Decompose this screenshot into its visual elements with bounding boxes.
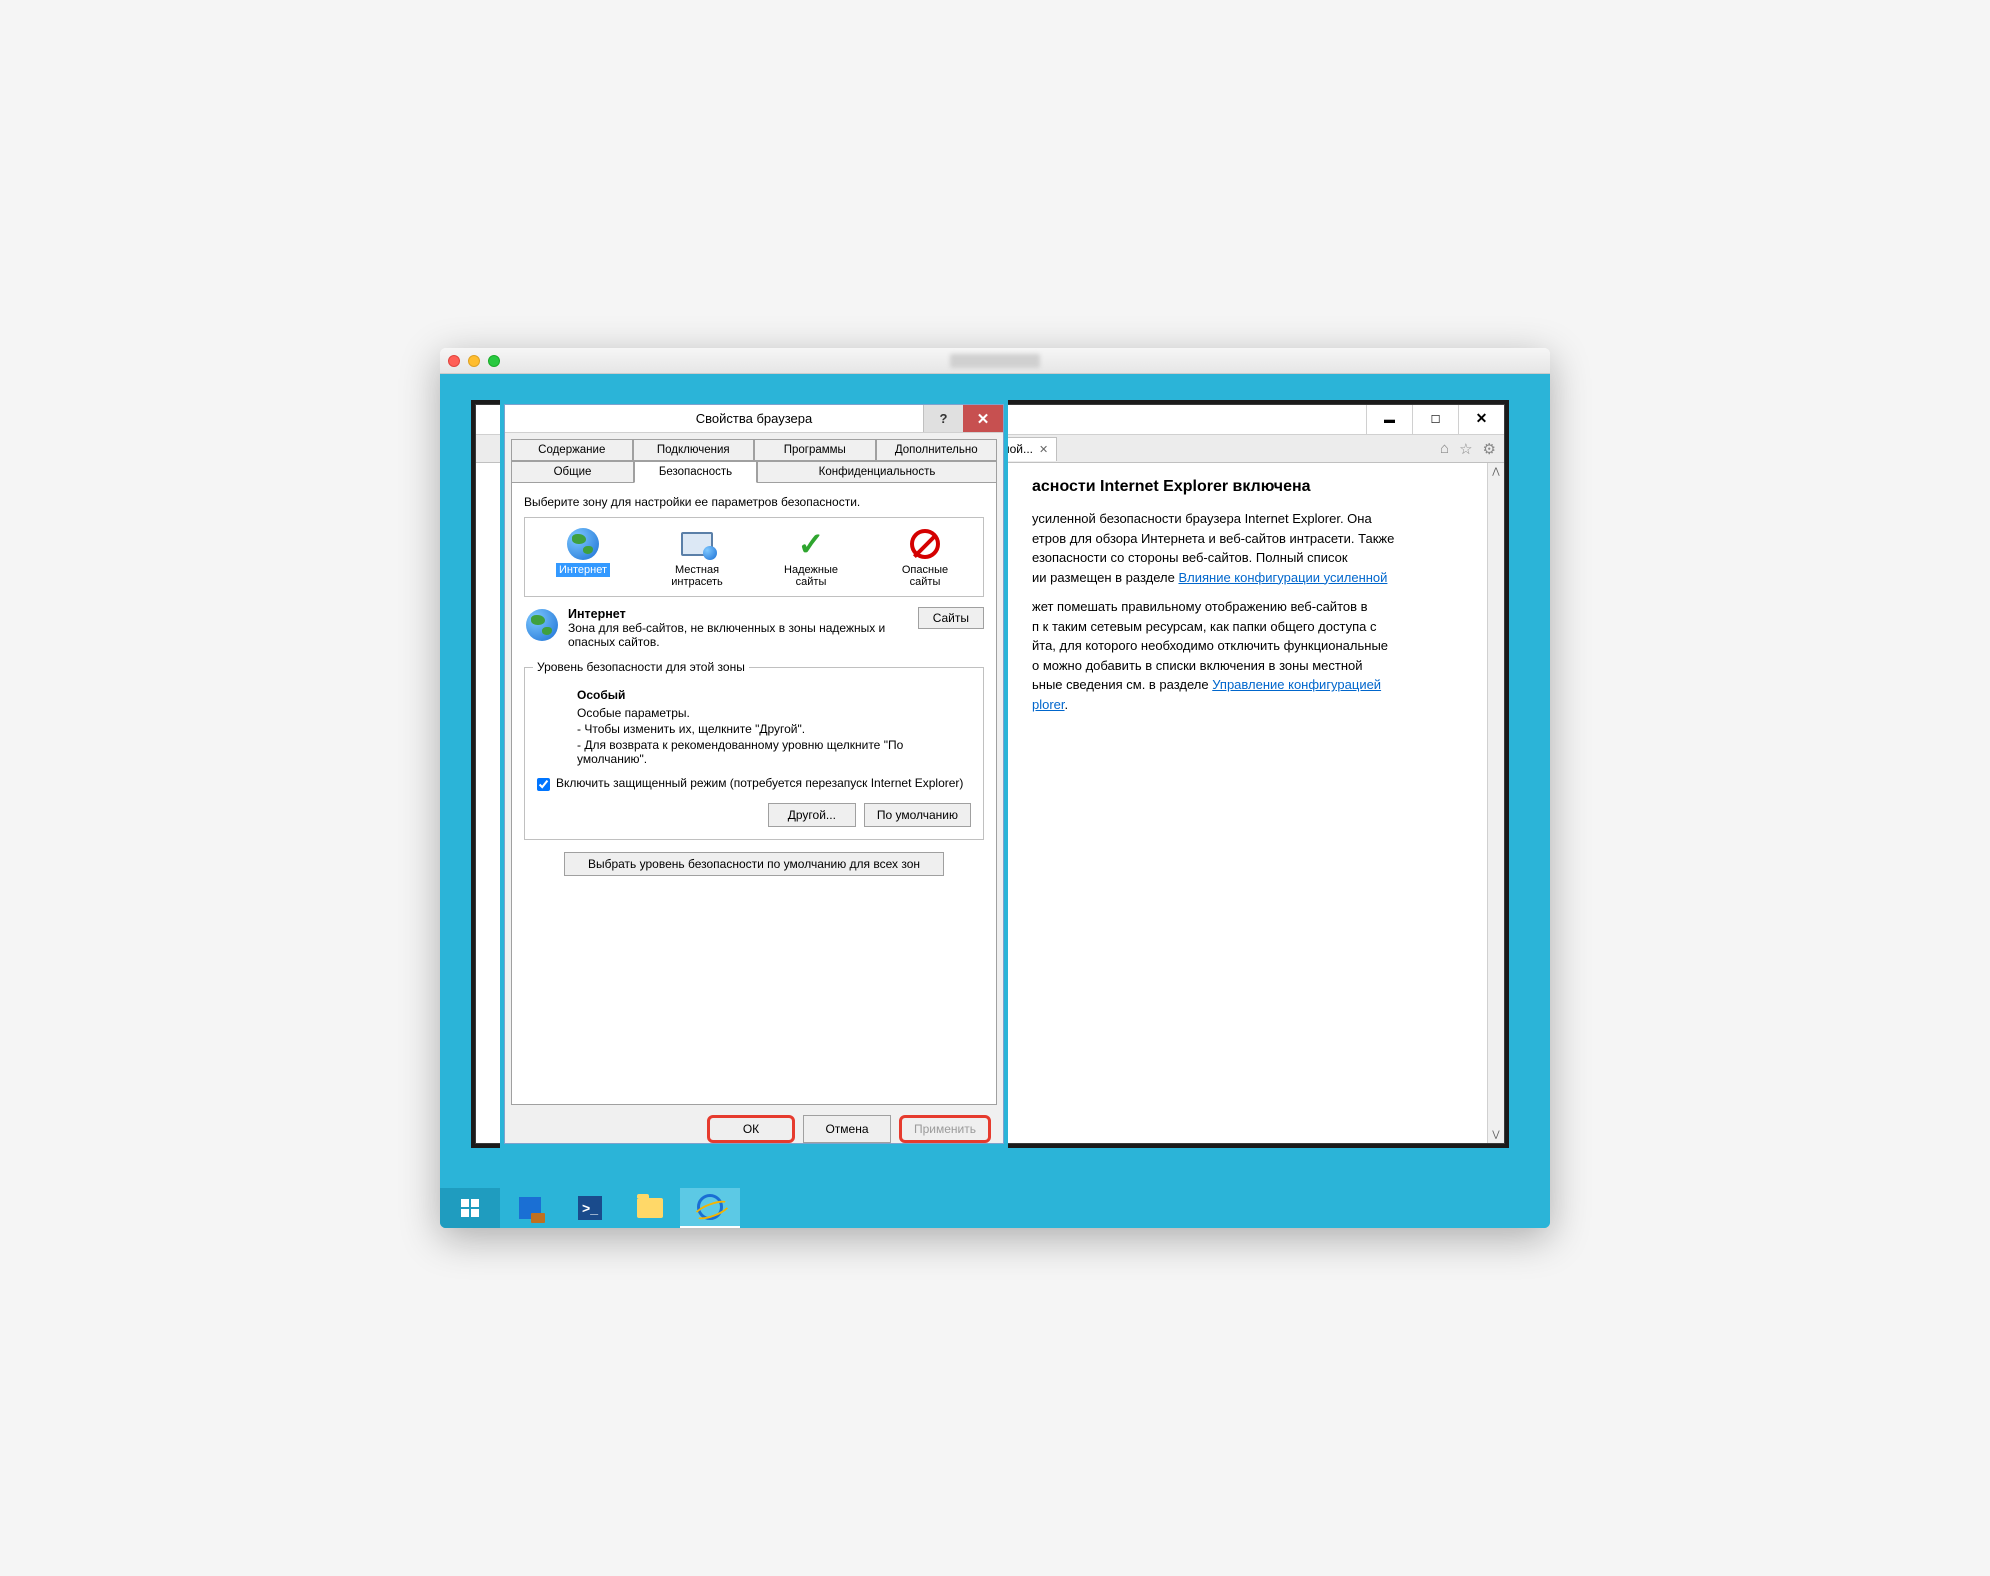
ie-maximize-button[interactable]: ☐ bbox=[1412, 405, 1458, 434]
globe-icon bbox=[565, 526, 601, 562]
tab-programs[interactable]: Программы bbox=[754, 439, 876, 461]
fieldset-legend: Уровень безопасности для этой зоны bbox=[533, 660, 749, 674]
gear-icon[interactable]: ⚙ bbox=[1483, 440, 1496, 458]
checkmark-icon: ✓ bbox=[793, 526, 829, 562]
zone-desc-text: Зона для веб-сайтов, не включенных в зон… bbox=[568, 621, 910, 649]
default-level-button[interactable]: По умолчанию bbox=[864, 803, 971, 827]
prohibited-icon bbox=[907, 526, 943, 562]
zone-prompt-label: Выберите зону для настройки ее параметро… bbox=[524, 495, 984, 509]
favorites-icon[interactable]: ☆ bbox=[1459, 440, 1472, 458]
zone-intranet[interactable]: Местная интрасеть bbox=[643, 524, 751, 590]
custom-level-button[interactable]: Другой... bbox=[768, 803, 856, 827]
tab-general[interactable]: Общие bbox=[511, 461, 634, 483]
zone-title: Интернет bbox=[568, 607, 626, 621]
dialog-body: Содержание Подключения Программы Дополни… bbox=[505, 433, 1003, 1149]
intranet-icon bbox=[679, 526, 715, 562]
apply-button[interactable]: Применить bbox=[899, 1115, 991, 1143]
security-level-fieldset: Уровень безопасности для этой зоны Особы… bbox=[524, 667, 984, 840]
taskbar: >_ bbox=[440, 1188, 1550, 1228]
taskbar-explorer[interactable] bbox=[620, 1188, 680, 1228]
dialog-titlebar: Свойства браузера ? ✕ bbox=[505, 405, 1003, 433]
page-link-2b[interactable]: plorer bbox=[1032, 697, 1065, 712]
dialog-buttons: ОК Отмена Применить bbox=[511, 1115, 997, 1143]
tab-connections[interactable]: Подключения bbox=[633, 439, 755, 461]
scroll-up-icon[interactable]: ⋀ bbox=[1488, 463, 1504, 480]
mac-titlebar bbox=[440, 348, 1550, 374]
zone-internet[interactable]: Интернет bbox=[529, 524, 637, 590]
ie-tab-close-icon[interactable]: ✕ bbox=[1039, 443, 1048, 456]
page-heading: асности Internet Explorer включена bbox=[1032, 475, 1488, 499]
server-icon bbox=[519, 1197, 541, 1219]
folder-icon bbox=[637, 1198, 663, 1218]
page-link-2[interactable]: Управление конфигурацией bbox=[1212, 677, 1381, 692]
globe-icon bbox=[524, 607, 560, 643]
taskbar-ie[interactable] bbox=[680, 1188, 740, 1228]
zone-trusted[interactable]: ✓ Надежные сайты bbox=[757, 524, 865, 590]
mac-zoom-button[interactable] bbox=[488, 355, 500, 367]
zone-restricted[interactable]: Опасные сайты bbox=[871, 524, 979, 590]
mac-title-blurred bbox=[950, 354, 1040, 368]
tab-advanced[interactable]: Дополнительно bbox=[876, 439, 998, 461]
zone-description: Интернет Зона для веб-сайтов, не включен… bbox=[524, 607, 984, 649]
tab-content[interactable]: Содержание bbox=[511, 439, 633, 461]
dialog-help-button[interactable]: ? bbox=[923, 405, 963, 432]
mac-close-button[interactable] bbox=[448, 355, 460, 367]
ie-tab-label: ной... bbox=[1003, 442, 1033, 456]
reset-all-zones-button[interactable]: Выбрать уровень безопасности по умолчани… bbox=[564, 852, 944, 876]
ie-toolbar-icons: ⌂ ☆ ⚙ bbox=[1440, 440, 1496, 458]
home-icon[interactable]: ⌂ bbox=[1440, 440, 1449, 458]
ok-button[interactable]: ОК bbox=[707, 1115, 795, 1143]
security-tab-panel: Выберите зону для настройки ее параметро… bbox=[511, 483, 997, 1105]
ie-minimize-button[interactable]: ▬ bbox=[1366, 405, 1412, 434]
tab-security[interactable]: Безопасность bbox=[634, 461, 757, 483]
ie-close-button[interactable]: ✕ bbox=[1458, 405, 1504, 434]
page-link-1[interactable]: Влияние конфигурации усиленной bbox=[1178, 570, 1387, 585]
level-description: Особый Особые параметры. - Чтобы изменит… bbox=[577, 688, 971, 766]
page-paragraph-1: усиленной безопасности браузера Internet… bbox=[1032, 509, 1488, 587]
browser-properties-dialog: Свойства браузера ? ✕ Содержание Подключ… bbox=[504, 404, 1004, 1144]
sites-button[interactable]: Сайты bbox=[918, 607, 984, 629]
powershell-icon: >_ bbox=[578, 1196, 602, 1220]
cancel-button[interactable]: Отмена bbox=[803, 1115, 891, 1143]
page-paragraph-2: жет помешать правильному отображению веб… bbox=[1032, 597, 1488, 714]
taskbar-powershell[interactable]: >_ bbox=[560, 1188, 620, 1228]
ie-scrollbar[interactable]: ⋀ ⋁ bbox=[1487, 463, 1504, 1143]
protected-mode-checkbox-row[interactable]: Включить защищенный режим (потребуется п… bbox=[537, 776, 971, 791]
taskbar-server-manager[interactable] bbox=[500, 1188, 560, 1228]
tab-privacy[interactable]: Конфиденциальность bbox=[757, 461, 997, 483]
dialog-close-button[interactable]: ✕ bbox=[963, 405, 1003, 432]
start-button[interactable] bbox=[440, 1188, 500, 1228]
mac-minimize-button[interactable] bbox=[468, 355, 480, 367]
windows-icon bbox=[461, 1199, 479, 1217]
dialog-tabs: Содержание Подключения Программы Дополни… bbox=[511, 439, 997, 483]
remote-desktop: ▬ ☐ ✕ ной... ✕ ⌂ ☆ ⚙ асности Internet Ex… bbox=[440, 374, 1550, 1228]
ie-icon bbox=[697, 1194, 723, 1220]
dialog-title: Свойства браузера bbox=[696, 411, 812, 426]
zone-selector: Интернет Местная интрасеть ✓ Надежные са… bbox=[524, 517, 984, 597]
scroll-down-icon[interactable]: ⋁ bbox=[1488, 1126, 1504, 1143]
protected-mode-checkbox[interactable] bbox=[537, 778, 550, 791]
mac-window: ▬ ☐ ✕ ной... ✕ ⌂ ☆ ⚙ асности Internet Ex… bbox=[440, 348, 1550, 1228]
protected-mode-label: Включить защищенный режим (потребуется п… bbox=[556, 776, 963, 790]
